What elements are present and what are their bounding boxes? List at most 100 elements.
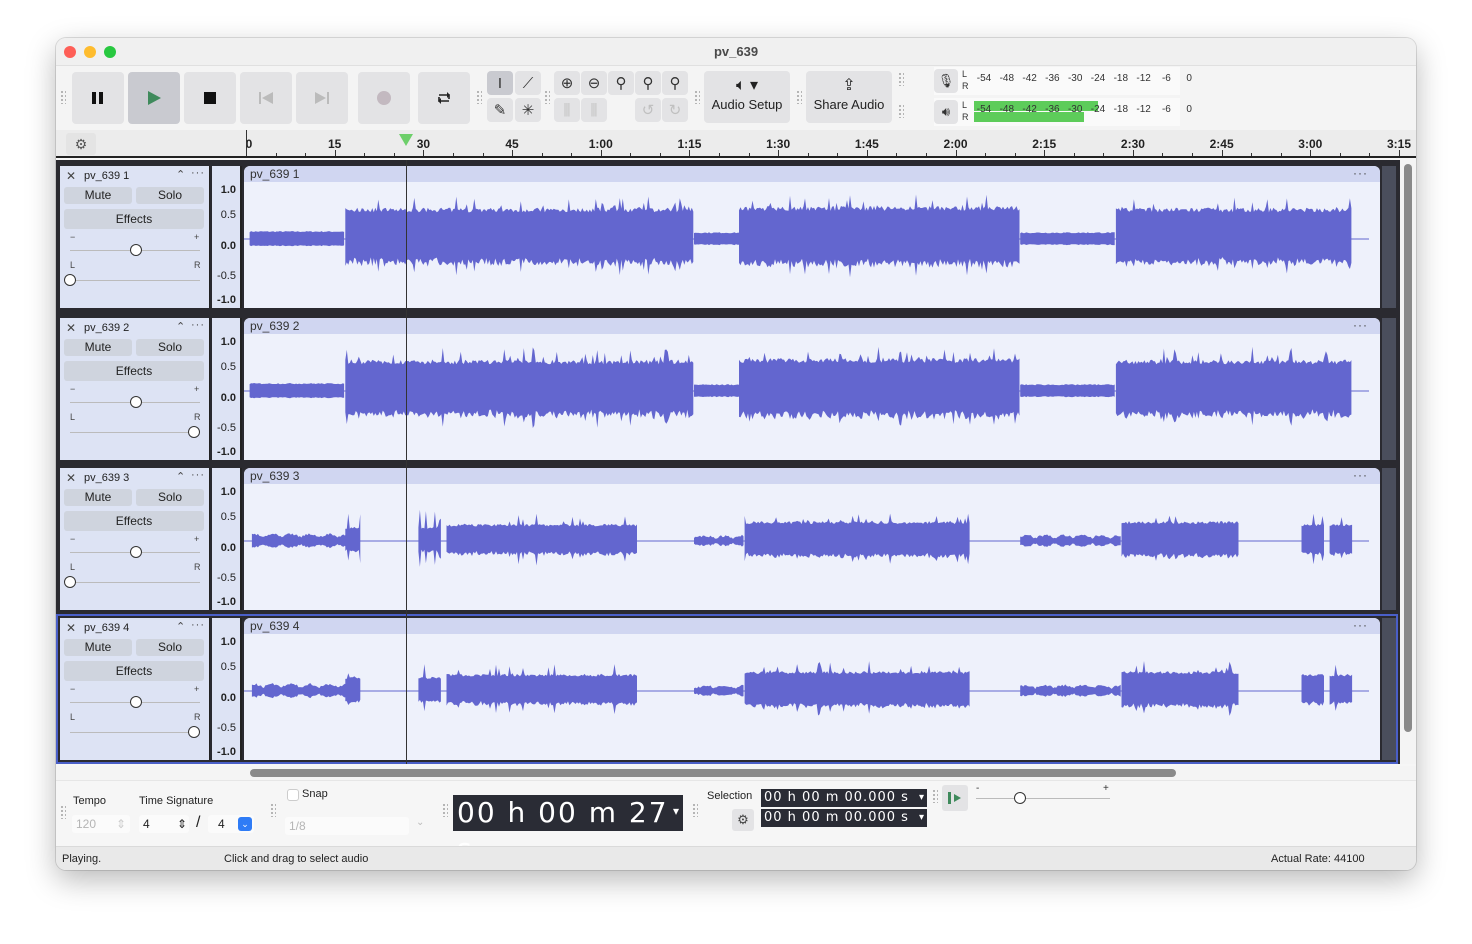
stop-button[interactable] (184, 72, 236, 124)
meter-grip[interactable] (898, 72, 904, 86)
pan-slider[interactable] (70, 280, 200, 281)
play-speed-slider[interactable] (976, 798, 1110, 799)
track-control-panel[interactable]: ✕ pv_639 3 ⌃ ··· Mute Solo Effects − + L… (60, 468, 210, 610)
selection-settings-button[interactable]: ⚙ (732, 809, 754, 831)
collapse-icon[interactable]: ⌃ (176, 320, 185, 333)
collapse-icon[interactable]: ⌃ (176, 470, 185, 483)
pan-knob[interactable] (188, 726, 200, 738)
toolbar-grip[interactable] (476, 90, 482, 104)
tempo-input[interactable]: 120 ⇕ (72, 815, 130, 833)
skip-to-end-button[interactable] (296, 72, 348, 124)
play-button[interactable] (128, 72, 180, 124)
toolbar-grip[interactable] (60, 90, 66, 104)
pan-knob[interactable] (188, 426, 200, 438)
horizontal-scroll-thumb[interactable] (250, 769, 1176, 777)
loop-button[interactable] (418, 72, 470, 124)
toolbar-grip[interactable] (932, 789, 938, 803)
close-track-icon[interactable]: ✕ (66, 169, 76, 183)
solo-button[interactable]: Solo (136, 639, 204, 656)
close-track-icon[interactable]: ✕ (66, 471, 76, 485)
mute-button[interactable]: Mute (64, 489, 132, 506)
track-menu-icon[interactable]: ··· (191, 319, 205, 331)
playhead-marker[interactable] (398, 134, 413, 146)
clip-menu-icon[interactable]: ··· (1353, 166, 1368, 180)
audio-setup-button[interactable]: 🔈︎ ▾ Audio Setup (704, 71, 790, 123)
track[interactable]: ✕ pv_639 4 ⌃ ··· Mute Solo Effects − + L… (56, 614, 1400, 764)
selection-tool-button[interactable]: I (487, 71, 513, 95)
envelope-tool-button[interactable]: ⟋ (515, 71, 541, 95)
track-name[interactable]: pv_639 2 (84, 322, 129, 334)
solo-button[interactable]: Solo (136, 187, 204, 204)
gain-knob[interactable] (130, 546, 142, 558)
waveform[interactable] (244, 334, 1380, 460)
vertical-scroll-thumb[interactable] (1404, 164, 1412, 732)
track-menu-icon[interactable]: ··· (191, 167, 205, 179)
snap-value-select[interactable]: 1/8 (285, 817, 409, 835)
meter-grip[interactable] (898, 104, 904, 118)
effects-button[interactable]: Effects (64, 361, 204, 381)
track[interactable]: ✕ pv_639 1 ⌃ ··· Mute Solo Effects − + L… (56, 162, 1400, 310)
gain-knob[interactable] (130, 244, 142, 256)
close-track-icon[interactable]: ✕ (66, 621, 76, 635)
timeline-settings-button[interactable]: ⚙ (66, 133, 96, 155)
track-name[interactable]: pv_639 3 (84, 472, 129, 484)
track-name[interactable]: pv_639 4 (84, 622, 129, 634)
pan-slider[interactable] (70, 582, 200, 583)
track-control-panel[interactable]: ✕ pv_639 2 ⌃ ··· Mute Solo Effects − + L… (60, 318, 210, 460)
toolbar-grip[interactable] (796, 90, 802, 104)
timeline-ruler[interactable]: ⚙ 0 15 30 45 1:00 1:15 1:30 1:45 2:00 2:15 2:30 2:4… (56, 130, 1416, 158)
fit-selection-button[interactable]: ⚲ (608, 71, 634, 95)
track-menu-icon[interactable]: ··· (191, 469, 205, 481)
redo-button[interactable]: ↻ (662, 98, 688, 122)
share-audio-button[interactable]: ⇪ Share Audio (806, 71, 892, 123)
record-meter[interactable]: 🎙︎ LR -54 -48 -42 -36 -30 -24 -18 -12 -6 0 (934, 67, 1192, 95)
undo-button[interactable]: ↺ (635, 98, 661, 122)
audio-clip[interactable]: pv_639 4 ··· (244, 618, 1380, 760)
collapse-icon[interactable]: ⌃ (176, 168, 185, 181)
track-name[interactable]: pv_639 1 (84, 170, 129, 182)
snap-checkbox[interactable] (287, 789, 299, 801)
solo-button[interactable]: Solo (136, 339, 204, 356)
time-signature-numerator[interactable]: 4 ⇕ (139, 815, 189, 833)
audio-clip[interactable]: pv_639 3 ··· (244, 468, 1380, 610)
clip-header[interactable]: pv_639 1 ··· (244, 166, 1380, 182)
toolbar-grip[interactable] (694, 90, 700, 104)
effects-button[interactable]: Effects (64, 511, 204, 531)
effects-button[interactable]: Effects (64, 209, 204, 229)
gain-knob[interactable] (130, 696, 142, 708)
mute-button[interactable]: Mute (64, 339, 132, 356)
track-control-panel[interactable]: ✕ pv_639 1 ⌃ ··· Mute Solo Effects − + L… (60, 166, 210, 308)
clip-header[interactable]: pv_639 3 ··· (244, 468, 1380, 484)
snap-chevron-icon[interactable]: ⌄ (416, 817, 424, 828)
zoom-in-button[interactable]: ⊕ (554, 71, 580, 95)
toolbar-grip[interactable] (692, 803, 698, 817)
clip-menu-icon[interactable]: ··· (1353, 468, 1368, 482)
clip-header[interactable]: pv_639 2 ··· (244, 318, 1380, 334)
track[interactable]: ✕ pv_639 2 ⌃ ··· Mute Solo Effects − + L… (56, 314, 1400, 462)
pan-slider[interactable] (70, 432, 200, 433)
selection-end-field[interactable]: 00 h 00 m 00.000 s ▾ (761, 809, 927, 827)
microphone-icon[interactable]: 🎙︎ (934, 69, 958, 93)
gain-knob[interactable] (130, 396, 142, 408)
track-control-panel[interactable]: ✕ pv_639 4 ⌃ ··· Mute Solo Effects − + L… (60, 618, 210, 760)
play-speed-knob[interactable] (1014, 792, 1027, 804)
waveform[interactable] (244, 182, 1380, 308)
silence-button[interactable]: ⫼ (581, 98, 607, 122)
track[interactable]: ✕ pv_639 3 ⌃ ··· Mute Solo Effects − + L… (56, 464, 1400, 612)
toolbar-grip[interactable] (60, 805, 66, 819)
fit-project-button[interactable]: ⚲ (635, 71, 661, 95)
record-button[interactable] (358, 72, 410, 124)
chevron-down-icon[interactable]: ⌄ (238, 817, 252, 831)
audio-clip[interactable]: pv_639 2 ··· (244, 318, 1380, 460)
close-track-icon[interactable]: ✕ (66, 321, 76, 335)
clip-menu-icon[interactable]: ··· (1353, 318, 1368, 332)
audio-clip[interactable]: pv_639 1 ··· (244, 166, 1380, 308)
pan-slider[interactable] (70, 732, 200, 733)
multi-tool-button[interactable]: ✳ (515, 98, 541, 122)
time-signature-denominator[interactable]: 4 ⌄ (208, 815, 254, 833)
clip-menu-icon[interactable]: ··· (1353, 618, 1368, 632)
mute-button[interactable]: Mute (64, 639, 132, 656)
zoom-out-button[interactable]: ⊖ (581, 71, 607, 95)
solo-button[interactable]: Solo (136, 489, 204, 506)
selection-start-field[interactable]: 00 h 00 m 00.000 s ▾ (761, 789, 927, 807)
